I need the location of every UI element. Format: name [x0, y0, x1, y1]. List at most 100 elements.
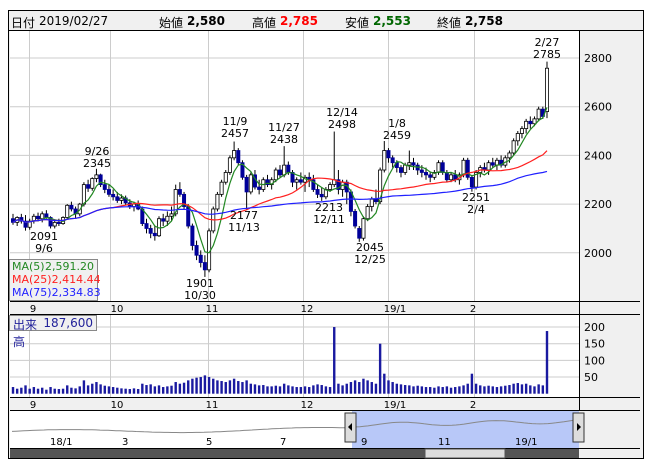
volume-bar: [466, 383, 469, 394]
annotation-11-9: 11/9 2457: [221, 115, 249, 140]
volume-bar: [24, 385, 27, 394]
candle-up: [227, 157, 232, 173]
volume-bar: [545, 331, 549, 394]
navigator-label: 5: [206, 437, 212, 448]
ma5-label: MA(5): [12, 260, 45, 273]
price-tick-label: 2200: [584, 198, 612, 211]
volume-bar: [103, 385, 106, 394]
volume-bar: [157, 385, 161, 394]
volume-bar: [232, 378, 236, 394]
candle-up: [369, 198, 374, 207]
volume-bar: [257, 385, 261, 394]
candle-down: [428, 174, 433, 178]
candle-down: [144, 223, 149, 229]
candle-up: [507, 152, 512, 159]
candle-down: [424, 172, 429, 176]
candle-down: [202, 262, 207, 271]
volume-bar: [15, 388, 19, 394]
volume-bar: [161, 387, 165, 394]
candle-up: [219, 181, 224, 195]
candle-up: [328, 184, 333, 190]
volume-bar: [74, 388, 77, 394]
volume-bar: [362, 378, 365, 394]
volume-bar: [416, 385, 419, 394]
volume-bar: [82, 380, 86, 394]
volume-bar: [191, 378, 194, 394]
volume-bar: [28, 388, 31, 394]
month-label: 11: [206, 400, 219, 411]
month-label: 9: [30, 400, 36, 411]
volume-bar: [45, 389, 48, 394]
volume-bar: [66, 385, 69, 394]
volume-bar: [391, 382, 394, 394]
candle-down: [111, 193, 116, 198]
volume-bar: [487, 385, 490, 394]
candle-up: [81, 184, 86, 205]
volume-bar: [203, 375, 207, 394]
ma5-value: 2,591.20: [45, 260, 94, 273]
annotation-11-27: 11/27 2438: [268, 121, 300, 146]
volume-bar: [274, 385, 278, 394]
volume-bar: [512, 383, 515, 394]
candle-up: [436, 162, 441, 173]
candle-down: [528, 120, 533, 125]
candle-up: [294, 179, 299, 183]
candle-up: [232, 150, 237, 159]
volume-bar: [195, 377, 198, 394]
volume-bar: [262, 385, 265, 394]
volume-bar: [358, 382, 361, 394]
volume-bar: [11, 387, 15, 394]
volume-bar: [366, 380, 369, 394]
volume-bar: [458, 386, 461, 394]
candle-down: [102, 184, 107, 190]
candle-up: [403, 164, 408, 173]
scrollbar-thumb[interactable]: [424, 448, 506, 459]
volume-bar: [349, 382, 353, 394]
price-tick-label: 2400: [584, 149, 612, 162]
volume-bar: [266, 386, 269, 394]
volume-bar: [295, 387, 298, 394]
volume-bar: [212, 378, 215, 394]
month-label: 12: [301, 400, 314, 411]
candle-up: [519, 128, 524, 134]
volume-bar: [136, 389, 140, 394]
month-label: 10: [111, 304, 124, 315]
volume-bar: [387, 380, 390, 394]
candle-up: [94, 174, 99, 179]
candle-up: [282, 164, 287, 176]
candle-down: [161, 218, 166, 222]
ma75-label: MA(75): [12, 286, 52, 299]
ma-legend: MA(5) 2,591.20 MA(25) 2,414.44 MA(75) 2,334…: [9, 259, 101, 301]
candle-down: [353, 211, 358, 227]
volume-bar: [149, 384, 152, 394]
navigator-label: 18/1: [50, 437, 72, 448]
candle-down: [86, 184, 91, 189]
candle-up: [169, 213, 174, 217]
candle-up: [536, 108, 541, 120]
volume-bar: [107, 386, 111, 394]
candle-down: [490, 162, 495, 166]
volume-bar: [174, 382, 177, 394]
volume-bar: [270, 386, 273, 394]
navigator-label: 11: [438, 437, 451, 448]
volume-bar: [132, 388, 136, 394]
volume-bar: [170, 385, 173, 394]
candle-down: [244, 176, 249, 193]
candle-up: [40, 213, 45, 220]
volume-bar: [479, 385, 482, 394]
candlestick-chart[interactable]: 2800 2600 2400 2200 2000 200 150 100 50 9 9 10 10 11 1…: [0, 0, 652, 469]
candle-down: [419, 169, 424, 173]
candle-up: [382, 150, 387, 171]
candle-up: [223, 172, 228, 183]
annotation-12-25: 2045 12/25: [354, 241, 386, 266]
volume-bar: [299, 387, 303, 394]
volume-bar: [312, 385, 315, 394]
candle-up: [515, 133, 520, 142]
volume-value: 187,600: [43, 316, 93, 330]
volume-bar: [207, 377, 211, 394]
volume-label-box: 出来高 187,600: [9, 315, 97, 349]
volume-bar: [36, 388, 40, 394]
volume-bar: [245, 380, 248, 394]
month-label: 9: [30, 304, 36, 315]
month-label: 10: [111, 400, 124, 411]
